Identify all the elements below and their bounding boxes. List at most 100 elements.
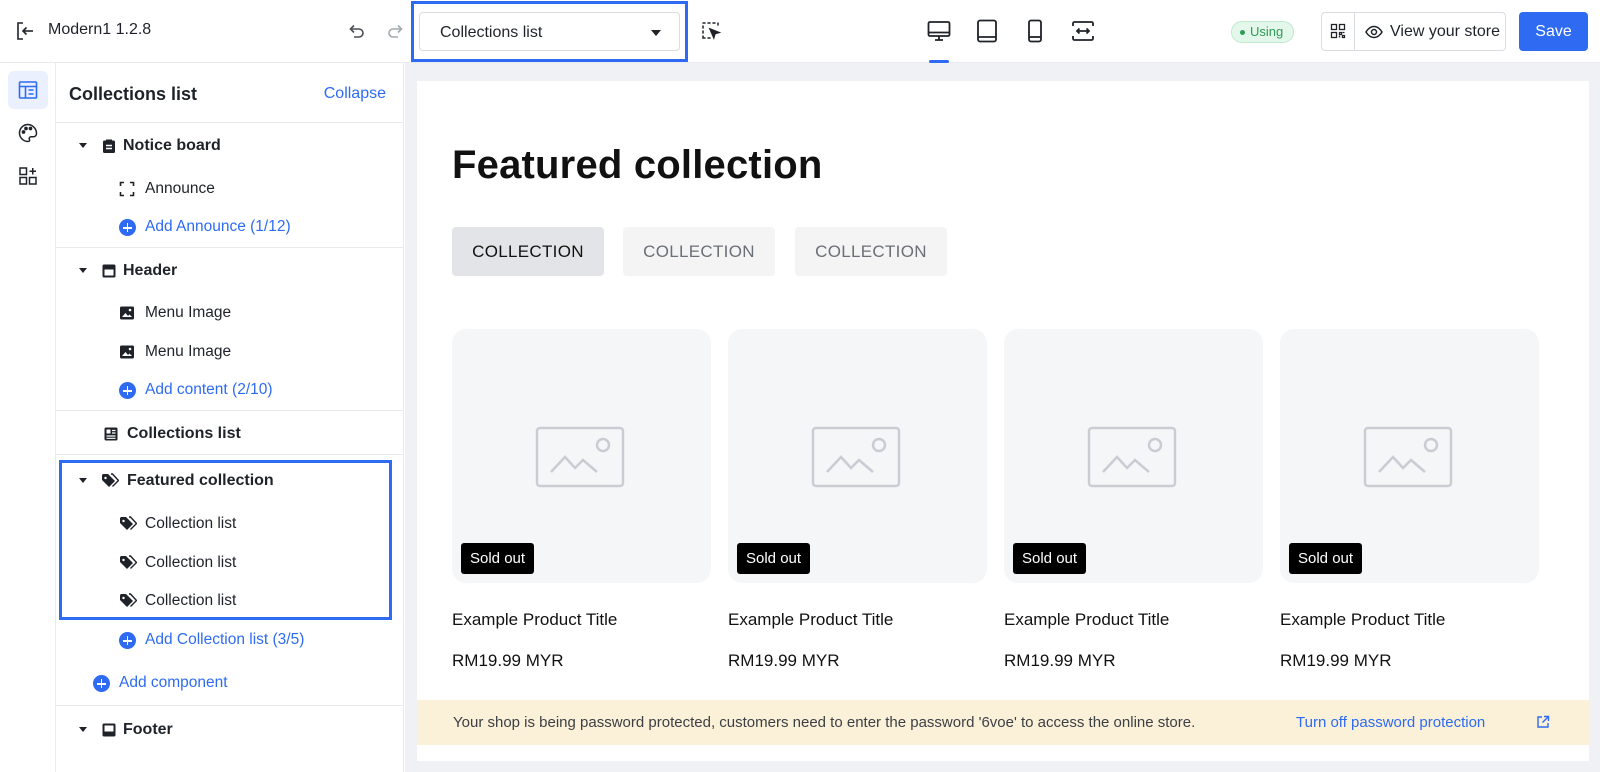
product-title[interactable]: Example Product Title [452, 610, 617, 630]
image-icon [119, 344, 135, 360]
rail-theme-button[interactable] [8, 114, 48, 152]
select-element-icon[interactable] [700, 20, 722, 42]
page-select-dropdown[interactable]: Collections list [419, 12, 680, 51]
add-content-button[interactable]: Add content (2/10) [119, 378, 379, 402]
desktop-icon[interactable] [926, 18, 952, 44]
add-collection-list-button[interactable]: Add Collection list (3/5) [119, 628, 379, 652]
product-price: RM19.99 MYR [1280, 651, 1392, 670]
tags-icon [119, 516, 137, 532]
redo-icon[interactable] [386, 21, 406, 41]
block-announce[interactable]: Announce [119, 177, 379, 201]
product-price: RM19.99 MYR [1004, 651, 1116, 670]
sold-out-badge: Sold out [1013, 543, 1087, 574]
caret-down-icon[interactable] [79, 478, 87, 483]
focus-frame-icon [119, 181, 135, 197]
top-bar: Modern1 1.2.8 Collections list Using Vie… [0, 0, 1600, 63]
qr-code-icon [1330, 23, 1346, 39]
scroll-fade [56, 763, 403, 772]
image-placeholder-icon [811, 426, 901, 488]
component-panel: Collections list Collapse Notice board A… [56, 63, 404, 772]
block-collection-list[interactable]: Collection list [119, 512, 379, 536]
tablet-icon[interactable] [974, 18, 1000, 44]
block-menu-image[interactable]: Menu Image [119, 340, 379, 364]
product-title[interactable]: Example Product Title [728, 610, 893, 630]
product-image-placeholder: Sold out [1004, 329, 1263, 583]
view-store-label: View your store [1390, 23, 1500, 40]
mobile-icon[interactable] [1022, 18, 1048, 44]
block-menu-image[interactable]: Menu Image [119, 301, 379, 325]
block-collection-list[interactable]: Collection list [119, 589, 379, 613]
exit-editor-icon[interactable] [14, 20, 36, 42]
external-link-icon[interactable] [1536, 715, 1550, 729]
panel-title: Collections list [69, 84, 198, 104]
collapse-link[interactable]: Collapse [324, 85, 386, 103]
section-label: Collections list [127, 425, 241, 442]
tags-icon [119, 555, 137, 571]
add-announce-label: Add Announce (1/12) [145, 218, 291, 235]
turn-off-password-link[interactable]: Turn off password protection [1296, 714, 1485, 731]
caret-down-icon[interactable] [79, 268, 87, 273]
password-notice-text: Your shop is being password protected, c… [453, 714, 1196, 731]
product-title[interactable]: Example Product Title [1004, 610, 1169, 630]
caret-down-icon[interactable] [79, 143, 87, 148]
add-announce-button[interactable]: Add Announce (1/12) [119, 215, 379, 239]
product-title[interactable]: Example Product Title [1280, 610, 1445, 630]
divider [56, 410, 403, 411]
add-component-label: Add component [119, 674, 228, 691]
product-price: RM19.99 MYR [728, 651, 840, 670]
section-header[interactable]: Header [79, 259, 379, 283]
view-store-button[interactable]: View your store [1355, 13, 1505, 50]
product-image-placeholder: Sold out [1280, 329, 1539, 583]
tags-icon [119, 593, 137, 609]
qr-code-button[interactable] [1322, 13, 1355, 50]
fit-width-icon[interactable] [1070, 18, 1096, 44]
header-layout-icon [101, 263, 117, 279]
caret-down-icon[interactable] [79, 727, 87, 732]
rail-layout-button[interactable] [8, 71, 48, 109]
section-collections-list[interactable]: Collections list [103, 422, 383, 446]
section-label: Featured collection [127, 472, 274, 489]
image-icon [119, 305, 135, 321]
password-notice-bar: Your shop is being password protected, c… [417, 700, 1589, 745]
add-circle-icon [119, 382, 136, 399]
sold-out-badge: Sold out [1289, 543, 1363, 574]
divider [56, 454, 403, 455]
block-label: Collection list [145, 515, 237, 532]
sold-out-badge: Sold out [737, 543, 811, 574]
add-component-button[interactable]: Add component [93, 671, 373, 695]
chevron-down-icon [651, 30, 661, 36]
section-featured-collection[interactable]: Featured collection [79, 469, 379, 493]
image-placeholder-icon [535, 426, 625, 488]
tags-icon [101, 473, 119, 489]
block-collection-list[interactable]: Collection list [119, 551, 379, 575]
section-notice-board[interactable]: Notice board [79, 134, 379, 158]
layout-icon [18, 81, 38, 99]
collection-tab[interactable]: COLLECTION [452, 227, 604, 276]
block-label: Collection list [145, 592, 237, 609]
collection-tab[interactable]: COLLECTION [623, 227, 775, 276]
block-label: Announce [145, 180, 215, 197]
collection-tab[interactable]: COLLECTION [795, 227, 947, 276]
add-circle-icon [119, 632, 136, 649]
image-placeholder-icon [1087, 426, 1177, 488]
page-select-value: Collections list [440, 24, 543, 41]
view-store-group: View your store [1321, 12, 1506, 51]
add-collection-list-label: Add Collection list (3/5) [145, 631, 305, 648]
section-footer[interactable]: Footer [79, 718, 379, 742]
block-label: Menu Image [145, 343, 232, 360]
section-label: Footer [123, 721, 173, 738]
divider [56, 122, 403, 123]
left-rail [0, 63, 56, 772]
undo-icon[interactable] [346, 21, 366, 41]
save-button[interactable]: Save [1519, 12, 1588, 51]
add-widget-icon [19, 167, 37, 185]
add-circle-icon [93, 675, 110, 692]
preview-canvas: Featured collection COLLECTION COLLECTIO… [405, 63, 1600, 772]
block-label: Collection list [145, 554, 237, 571]
add-content-label: Add content (2/10) [145, 381, 273, 398]
sold-out-badge: Sold out [461, 543, 535, 574]
add-circle-icon [119, 219, 136, 236]
rail-add-widget-button[interactable] [8, 157, 48, 195]
page-select-highlight: Collections list [411, 1, 688, 62]
store-preview[interactable]: Featured collection COLLECTION COLLECTIO… [417, 81, 1589, 761]
